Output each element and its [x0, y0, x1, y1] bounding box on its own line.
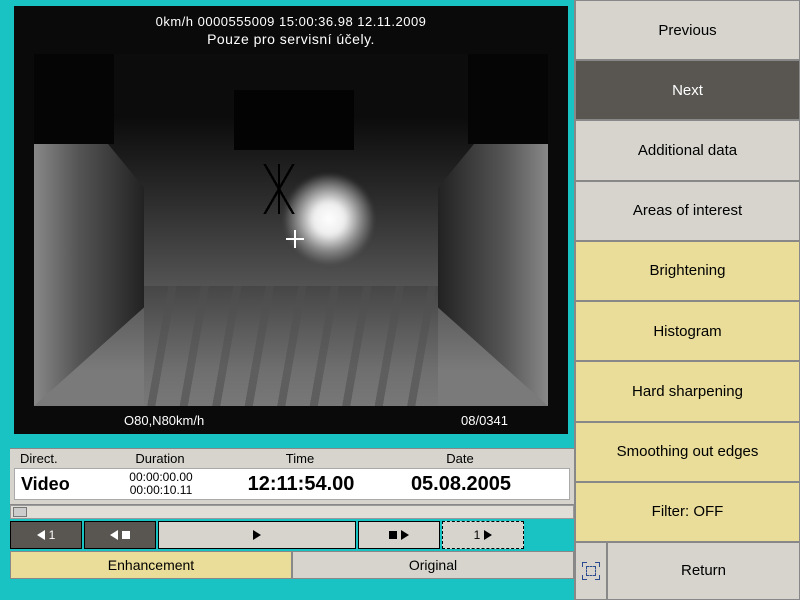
return-button[interactable]: Return [607, 542, 800, 600]
triangle-left-icon [37, 530, 45, 540]
play-button[interactable] [158, 521, 356, 549]
divider-strip [10, 434, 574, 448]
triangle-right-icon [484, 530, 492, 540]
step-forward-button[interactable]: 1 [442, 521, 524, 549]
playback-controls: 1 1 [10, 521, 574, 549]
header-time: Time [220, 451, 380, 466]
tab-enhancement[interactable]: Enhancement [10, 551, 292, 579]
rewind-stop-button[interactable] [84, 521, 156, 549]
video-overlay-top: 0km/h 0000555009 15:00:36.98 12.11.2009 … [14, 14, 568, 47]
value-direct: Video [21, 474, 101, 495]
next-button[interactable]: Next [575, 60, 800, 120]
previous-button[interactable]: Previous [575, 0, 800, 60]
crosshair-icon [286, 230, 304, 248]
triangle-right-icon [401, 530, 409, 540]
overlay-metadata-line: 0km/h 0000555009 15:00:36.98 12.11.2009 [14, 14, 568, 29]
triangle-right-icon [253, 530, 261, 540]
overlay-frame-id: 08/0341 [461, 413, 508, 428]
overlay-message-line: Pouze pro servisní účely. [14, 31, 568, 47]
video-overlay-bottom: O80,N80km/h 08/0341 [14, 413, 568, 428]
return-row: Return [575, 542, 800, 600]
video-scene [34, 54, 548, 406]
overlay-speed-label: O80,N80km/h [124, 413, 204, 428]
app-root: 0km/h 0000555009 15:00:36.98 12.11.2009 … [0, 0, 800, 600]
histogram-button[interactable]: Histogram [575, 301, 800, 361]
info-data-row: Video 00:00:00.00 00:00:10.11 12:11:54.0… [14, 468, 570, 500]
fullscreen-button[interactable] [575, 542, 607, 600]
value-time: 12:11:54.00 [221, 473, 381, 496]
triangle-left-icon [110, 530, 118, 540]
step-back-count: 1 [49, 528, 56, 542]
right-menu: Previous Next Additional data Areas of i… [574, 0, 800, 600]
square-icon [389, 531, 397, 539]
header-date: Date [380, 451, 540, 466]
slider-thumb[interactable] [13, 507, 27, 517]
header-duration: Duration [100, 451, 220, 466]
square-icon [122, 531, 130, 539]
left-pane: 0km/h 0000555009 15:00:36.98 12.11.2009 … [0, 0, 574, 600]
header-direct: Direct. [20, 451, 100, 466]
duration-end: 00:00:10.11 [101, 484, 221, 497]
filter-toggle-button[interactable]: Filter: OFF [575, 482, 800, 542]
tab-original[interactable]: Original [292, 551, 574, 579]
info-header-row: Direct. Duration Time Date [10, 449, 574, 468]
brightening-button[interactable]: Brightening [575, 241, 800, 301]
additional-data-button[interactable]: Additional data [575, 120, 800, 180]
info-panel: Direct. Duration Time Date Video 00:00:0… [10, 448, 574, 505]
value-date: 05.08.2005 [381, 473, 541, 496]
hard-sharpening-button[interactable]: Hard sharpening [575, 361, 800, 421]
value-duration: 00:00:00.00 00:00:10.11 [101, 471, 221, 497]
smoothing-edges-button[interactable]: Smoothing out edges [575, 422, 800, 482]
forward-stop-button[interactable] [358, 521, 440, 549]
video-display: 0km/h 0000555009 15:00:36.98 12.11.2009 … [14, 6, 568, 434]
step-back-button[interactable]: 1 [10, 521, 82, 549]
timeline-slider[interactable] [10, 505, 574, 519]
expand-icon [583, 563, 599, 579]
step-fwd-count: 1 [474, 528, 481, 542]
areas-of-interest-button[interactable]: Areas of interest [575, 181, 800, 241]
view-tabs: Enhancement Original [10, 551, 574, 579]
